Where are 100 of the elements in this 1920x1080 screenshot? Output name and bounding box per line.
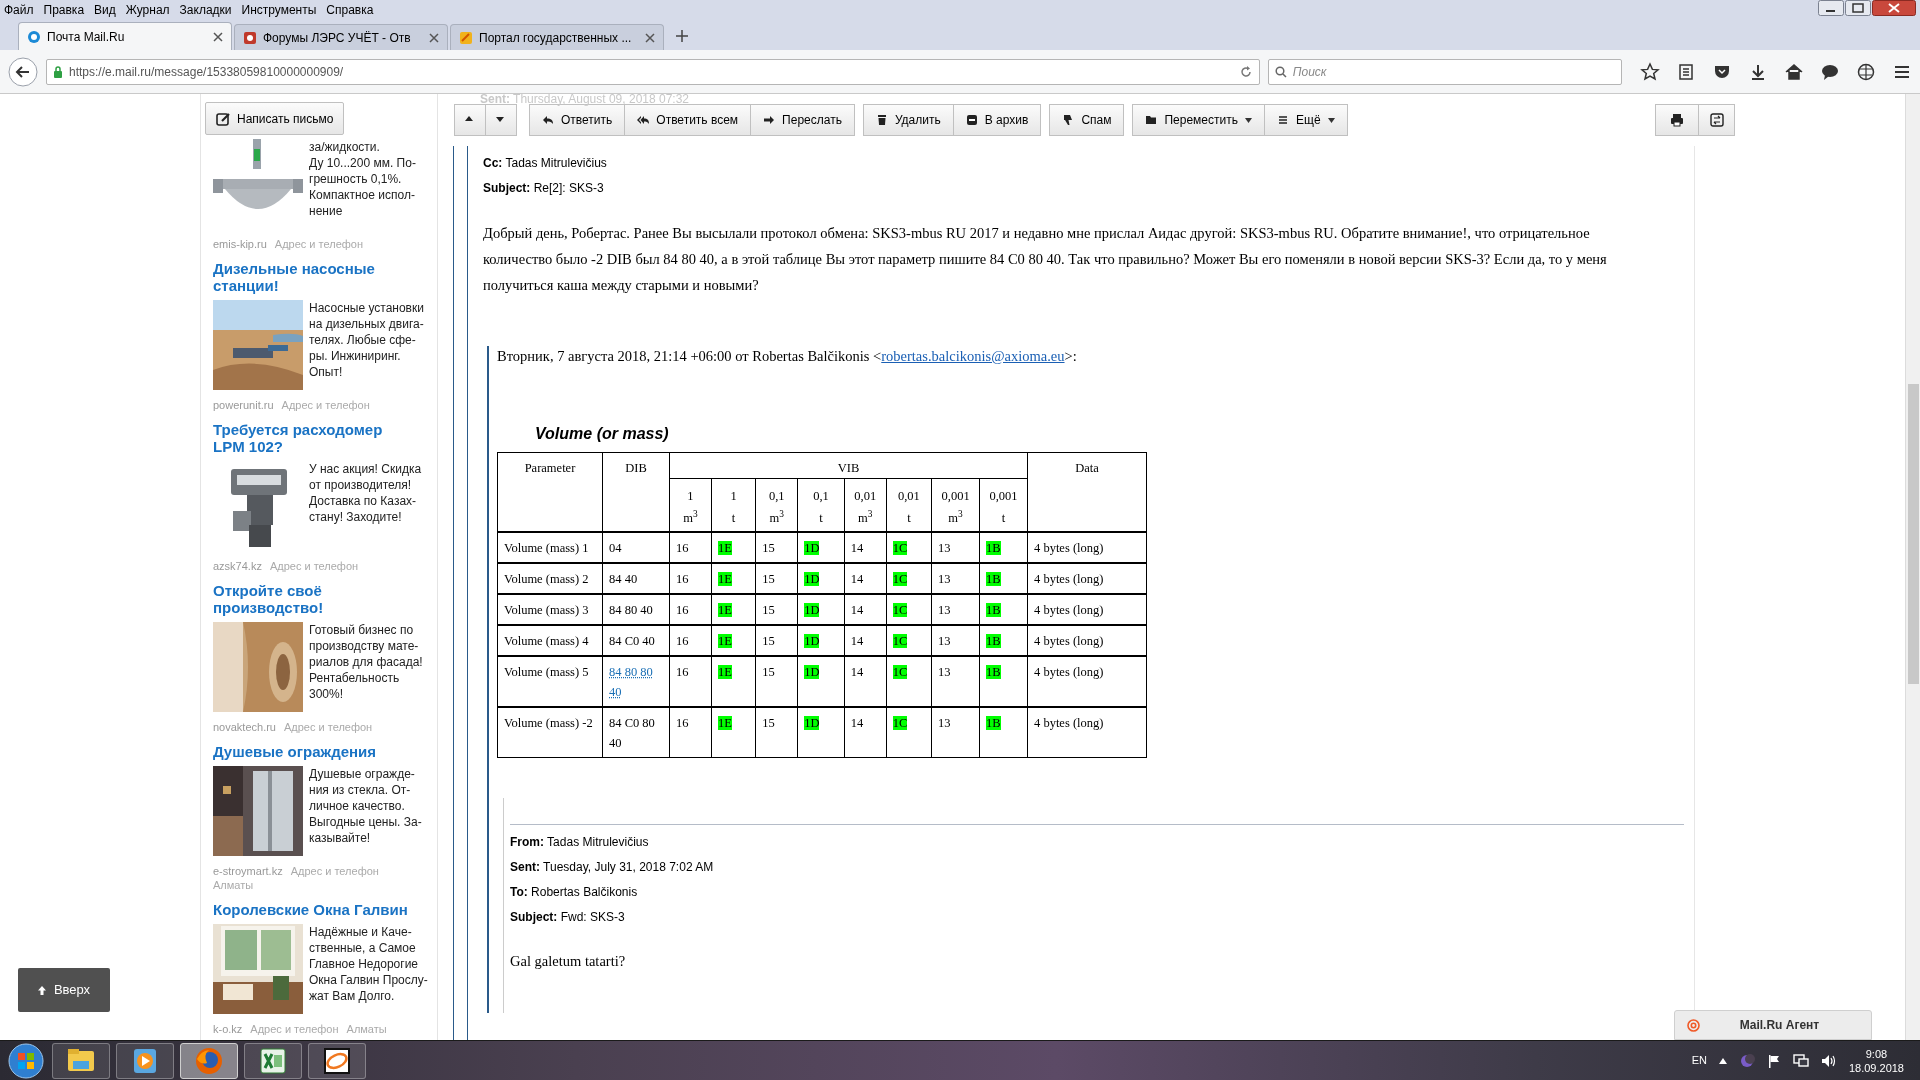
menu-item[interactable]: Журнал [125,1,170,19]
toolbar-button[interactable]: Удалить [862,104,954,136]
caret-icon [1245,117,1252,123]
menu-item[interactable]: Вид [94,1,116,19]
swap-icon [1709,113,1724,127]
table-cell: 16 [669,706,712,758]
search-field[interactable]: Поиск [1267,58,1622,85]
close-icon[interactable] [645,32,655,43]
highlighted-value: 1B [986,540,1001,555]
table-cell: Volume (mass) 2 [497,562,603,594]
archive-icon [965,114,978,126]
header-line: Cc: Tadas Mitrulevičius [483,155,608,171]
toolbar-button[interactable]: Ответить [529,104,626,136]
previous-button[interactable] [454,104,486,136]
address-bar[interactable]: https://e.mail.ru/message/15338059810000000909/ [46,58,1260,85]
toolbar-button[interactable]: Переслать [751,104,855,136]
ad-title[interactable]: Королевские Окна Галвин [213,901,411,918]
ad-title[interactable]: Требуется расходомер LPM 102? [213,421,411,455]
menu-item[interactable]: Инструменты [241,1,317,19]
ad-text: У нас акция! Скидка от производителя! Доставка по Казах- стану! Заходите! [309,461,422,526]
ad-text: Надёжные и Каче- ственные, а Самое Главное Недорогие Окна Галвин Прослу- жат Вам Долго. [309,924,428,1005]
close-icon[interactable] [213,31,223,42]
browser-tab[interactable]: Форумы ЛЭРС УЧЁТ - Отв [234,24,448,50]
toolbar-button[interactable]: Переместить [1132,104,1265,136]
caret-icon [1327,117,1335,123]
menu-item[interactable]: Файл [4,1,34,19]
list-icon[interactable] [1676,61,1696,82]
toolbar-button[interactable]: Ответить всем [625,104,752,136]
highlighted-value: 1C [892,571,908,586]
tab-title: Почта Mail.Ru [47,28,126,46]
ad-text: Готовый бизнес по производству мате- риалов для фасада! Рентабельность 300%! [309,622,423,703]
table-cell: Volume (mass) 1 [497,531,603,563]
ad-text: Душевые огражде- ния из стекла. От- личное качество. Выгодные цены. За- казывайте! [309,766,422,847]
browser-tab[interactable]: Портал государственных ... [450,24,664,50]
caret-icon[interactable] [1718,1057,1727,1064]
moon-icon[interactable] [1738,1052,1755,1069]
at-sign-icon [1687,1018,1700,1032]
back-icon[interactable] [8,56,38,87]
table-cell: Volume (mass) 4 [497,624,603,656]
ad-title[interactable]: Душевые ограждения [213,743,411,760]
column-header: DIB [602,452,670,532]
ad-title[interactable]: Дизельные насосные станции! [213,260,411,294]
close-icon[interactable] [1872,0,1916,16]
highlighted-value: 1D [804,633,820,648]
email-link[interactable]: robertas.balcikonis@axioma.eu [881,348,1065,364]
taskbar-button[interactable] [180,1042,238,1079]
toolbar-button[interactable]: Ещё [1265,104,1348,136]
table-cell: 15 [755,706,798,758]
star-icon[interactable] [1640,61,1660,82]
thumbs-down-icon [1062,114,1075,126]
toolbar-button[interactable]: Спам [1049,104,1125,136]
highlighted-value: 1B [986,633,1001,648]
highlighted-value: 1E [717,571,732,586]
speaker-icon[interactable] [1820,1053,1837,1068]
search-input[interactable]: Поиск [1292,62,1615,81]
highlighted-value: 1C [892,602,908,617]
site-icon [459,30,473,45]
up-arrow-icon [37,985,46,995]
globe-icon[interactable] [1856,61,1876,82]
print-button[interactable] [1655,104,1699,136]
back-to-top-button[interactable]: Вверх [18,968,110,1012]
highlighted-value: 1D [804,571,820,586]
close-icon[interactable] [429,32,439,43]
ad-text: за/жидкости. Ду 10...200 мм. По- грешность 0,1%. Компактное испол- нение [309,139,416,220]
menu-item[interactable]: Правка [43,1,85,19]
clock-date[interactable]: 18.09.2018 [1848,1060,1904,1075]
ad-city: Алматы [213,878,254,892]
next-button[interactable] [486,104,517,136]
view-toggle-button[interactable] [1699,104,1735,136]
pencil-icon [216,111,230,126]
highlighted-value: 1E [717,633,732,648]
table-cell: Volume (mass) 3 [497,593,603,625]
menu-item[interactable]: Закладки [179,1,232,19]
compose-button[interactable]: Написать письмо [205,102,345,135]
home-icon[interactable] [1784,61,1804,82]
start-button-icon[interactable] [6,1042,46,1079]
clock-time[interactable]: 9:08 [1865,1046,1888,1061]
flag-icon[interactable] [1766,1053,1781,1068]
toolbar-button[interactable]: В архив [953,104,1042,136]
highlighted-value: 1D [804,715,820,730]
highlighted-value: 1B [986,715,1001,730]
table-cell: Volume (mass) 5 [497,655,603,707]
scrollbar-thumb[interactable] [1907,384,1919,684]
highlighted-value: 1C [892,664,908,679]
reload-icon[interactable] [1238,64,1253,79]
language-indicator[interactable]: EN [1691,1052,1707,1069]
header-line: Subject: Fwd: SKS-3 [510,908,626,925]
maximize-icon[interactable] [1845,0,1871,16]
browser-tab[interactable]: Почта Mail.Ru [18,22,232,50]
table-title: Volume (or mass) [535,424,670,444]
network-icon[interactable] [1792,1053,1809,1068]
folder-icon [1145,114,1158,126]
highlighted-value: 1C [892,540,908,555]
table-cell: 13 [931,706,980,758]
at-sign-icon [27,29,41,44]
reply-all-icon [637,114,650,126]
menu-item[interactable]: Справка [326,1,374,19]
agent-button[interactable]: Mail.Ru Агент [1674,1010,1872,1040]
ad-title[interactable]: Откройте своё производство! [213,582,411,616]
minimize-icon[interactable] [1818,0,1844,16]
